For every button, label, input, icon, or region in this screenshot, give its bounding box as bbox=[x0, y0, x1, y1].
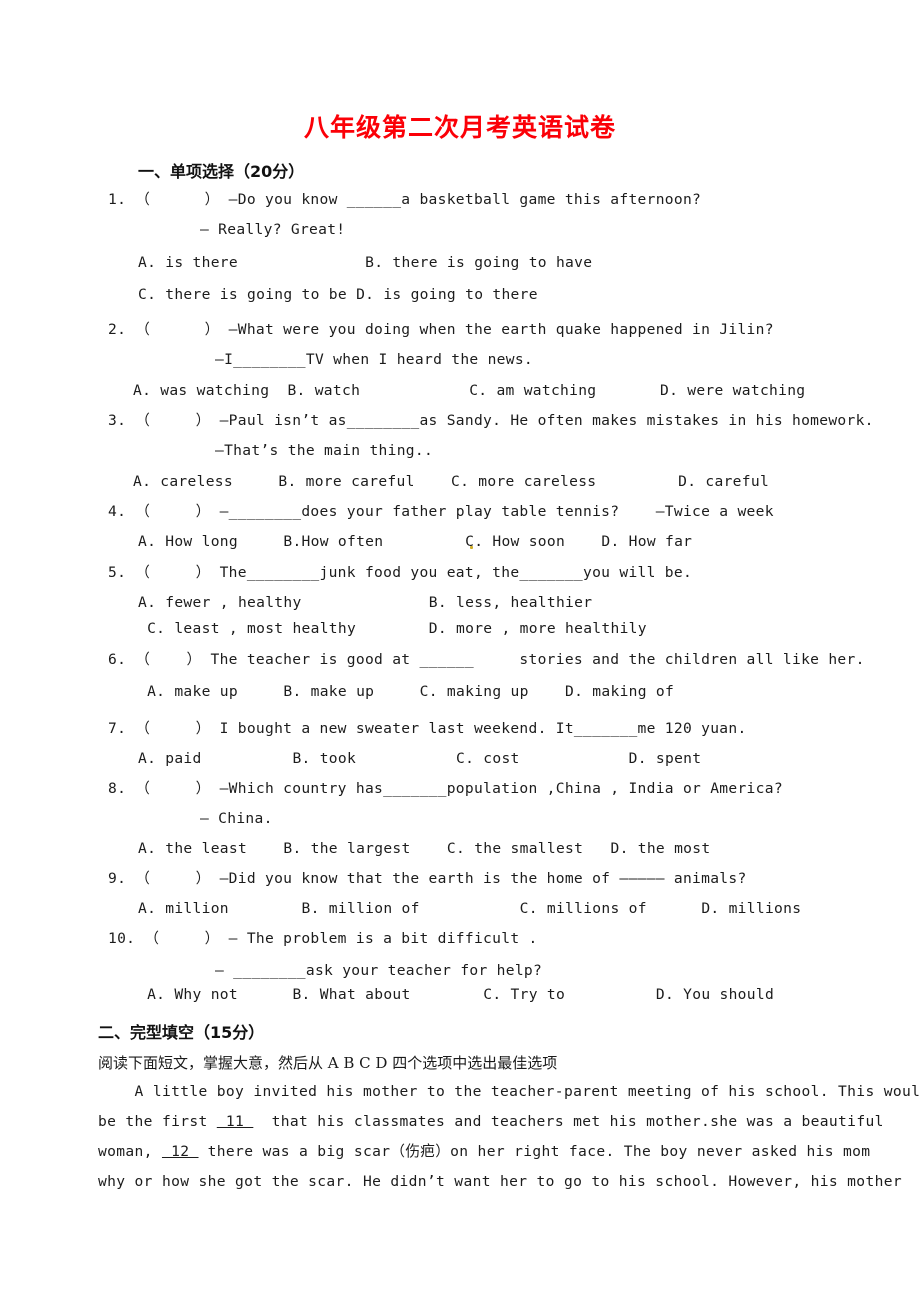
question-1-options-line-2: C. there is going to be D. is going to t… bbox=[138, 286, 538, 303]
question-1-options-line-1: A. is there B. there is going to have bbox=[138, 254, 593, 271]
question-8-options-line-1: A. the least B. the largest C. the small… bbox=[138, 840, 711, 857]
passage-line-4: why or how she got the scar. He didn’t w… bbox=[98, 1173, 902, 1190]
question-3-stem-line-1: 3. （ ） —Paul isn’t as________as Sandy. H… bbox=[108, 412, 874, 429]
question-9-stem-line-1: 9. （ ） —Did you know that the earth is t… bbox=[108, 870, 747, 887]
question-3-options-line-1: A. careless B. more careful C. more care… bbox=[133, 473, 770, 490]
passage-line-2-text: be the first 11 that his classmates and … bbox=[98, 1113, 884, 1130]
question-8-stem-line-2: — China. bbox=[200, 810, 273, 827]
exam-paper-page: 八年级第二次月考英语试卷 一、单项选择（20分） 1. （ ） —Do you … bbox=[0, 0, 920, 1302]
passage-line-3-text: woman, 12 there was a big scar（伤疤）on her… bbox=[98, 1143, 871, 1160]
question-7-options-line-1: A. paid B. took C. cost D. spent bbox=[138, 750, 702, 767]
question-2-stem-line-2: —I________TV when I heard the news. bbox=[215, 351, 534, 368]
cloze-blank-12: 12 bbox=[161, 1143, 199, 1160]
question-10-stem-line-1: 10. （ ） — The problem is a bit difficult… bbox=[108, 930, 538, 947]
question-9-options-line-1: A. million B. million of C. millions of … bbox=[138, 900, 802, 917]
question-4-options-line-1: A. How long B.How often C. How soon D. H… bbox=[138, 533, 693, 550]
page-title: 八年级第二次月考英语试卷 bbox=[303, 113, 616, 142]
ink-speck-artifact bbox=[470, 546, 473, 549]
question-1-stem-line-1: 1. （ ） —Do you know ______a basketball g… bbox=[108, 191, 702, 208]
question-5-options-line-1: A. fewer , healthy B. less, healthier bbox=[138, 594, 593, 611]
section-heading-cloze: 二、完型填空（15分） bbox=[98, 1023, 265, 1042]
question-4-stem-line-1: 4. （ ） —________does your father play ta… bbox=[108, 503, 774, 520]
passage-line-2: be the first 11 that his classmates and … bbox=[98, 1112, 884, 1132]
question-5-stem-line-1: 5. （ ） The________junk food you eat, the… bbox=[108, 564, 693, 581]
passage-line-3: woman, 12 there was a big scar（伤疤）on her… bbox=[98, 1142, 870, 1162]
question-6-options-line-1: A. make up B. make up C. making up D. ma… bbox=[138, 683, 675, 700]
question-5-options-line-2: C. least , most healthy D. more , more h… bbox=[138, 620, 647, 637]
cloze-blank-11: 11 bbox=[216, 1113, 254, 1130]
question-10-stem-line-2: — ________ask your teacher for help? bbox=[215, 962, 543, 979]
question-8-stem-line-1: 8. （ ） —Which country has_______populati… bbox=[108, 780, 783, 797]
question-1-stem-line-2: — Really? Great! bbox=[200, 221, 346, 238]
cloze-instruction: 阅读下面短文，掌握大意，然后从 A B C D 四个选项中选出最佳选项 bbox=[98, 1054, 558, 1072]
question-2-options-line-1: A. was watching B. watch C. am watching … bbox=[133, 382, 806, 399]
passage-line-1: A little boy invited his mother to the t… bbox=[98, 1083, 920, 1100]
section-heading-multiple-choice: 一、单项选择（20分） bbox=[138, 162, 305, 181]
question-2-stem-line-1: 2. （ ） —What were you doing when the ear… bbox=[108, 321, 774, 338]
question-7-stem-line-1: 7. （ ） I bought a new sweater last weeke… bbox=[108, 720, 747, 737]
question-10-options-line-1: A. Why not B. What about C. Try to D. Yo… bbox=[138, 986, 775, 1003]
question-3-stem-line-2: —That’s the main thing.. bbox=[215, 442, 434, 459]
question-6-stem-line-1: 6. （ ） The teacher is good at ______ sto… bbox=[108, 651, 865, 668]
